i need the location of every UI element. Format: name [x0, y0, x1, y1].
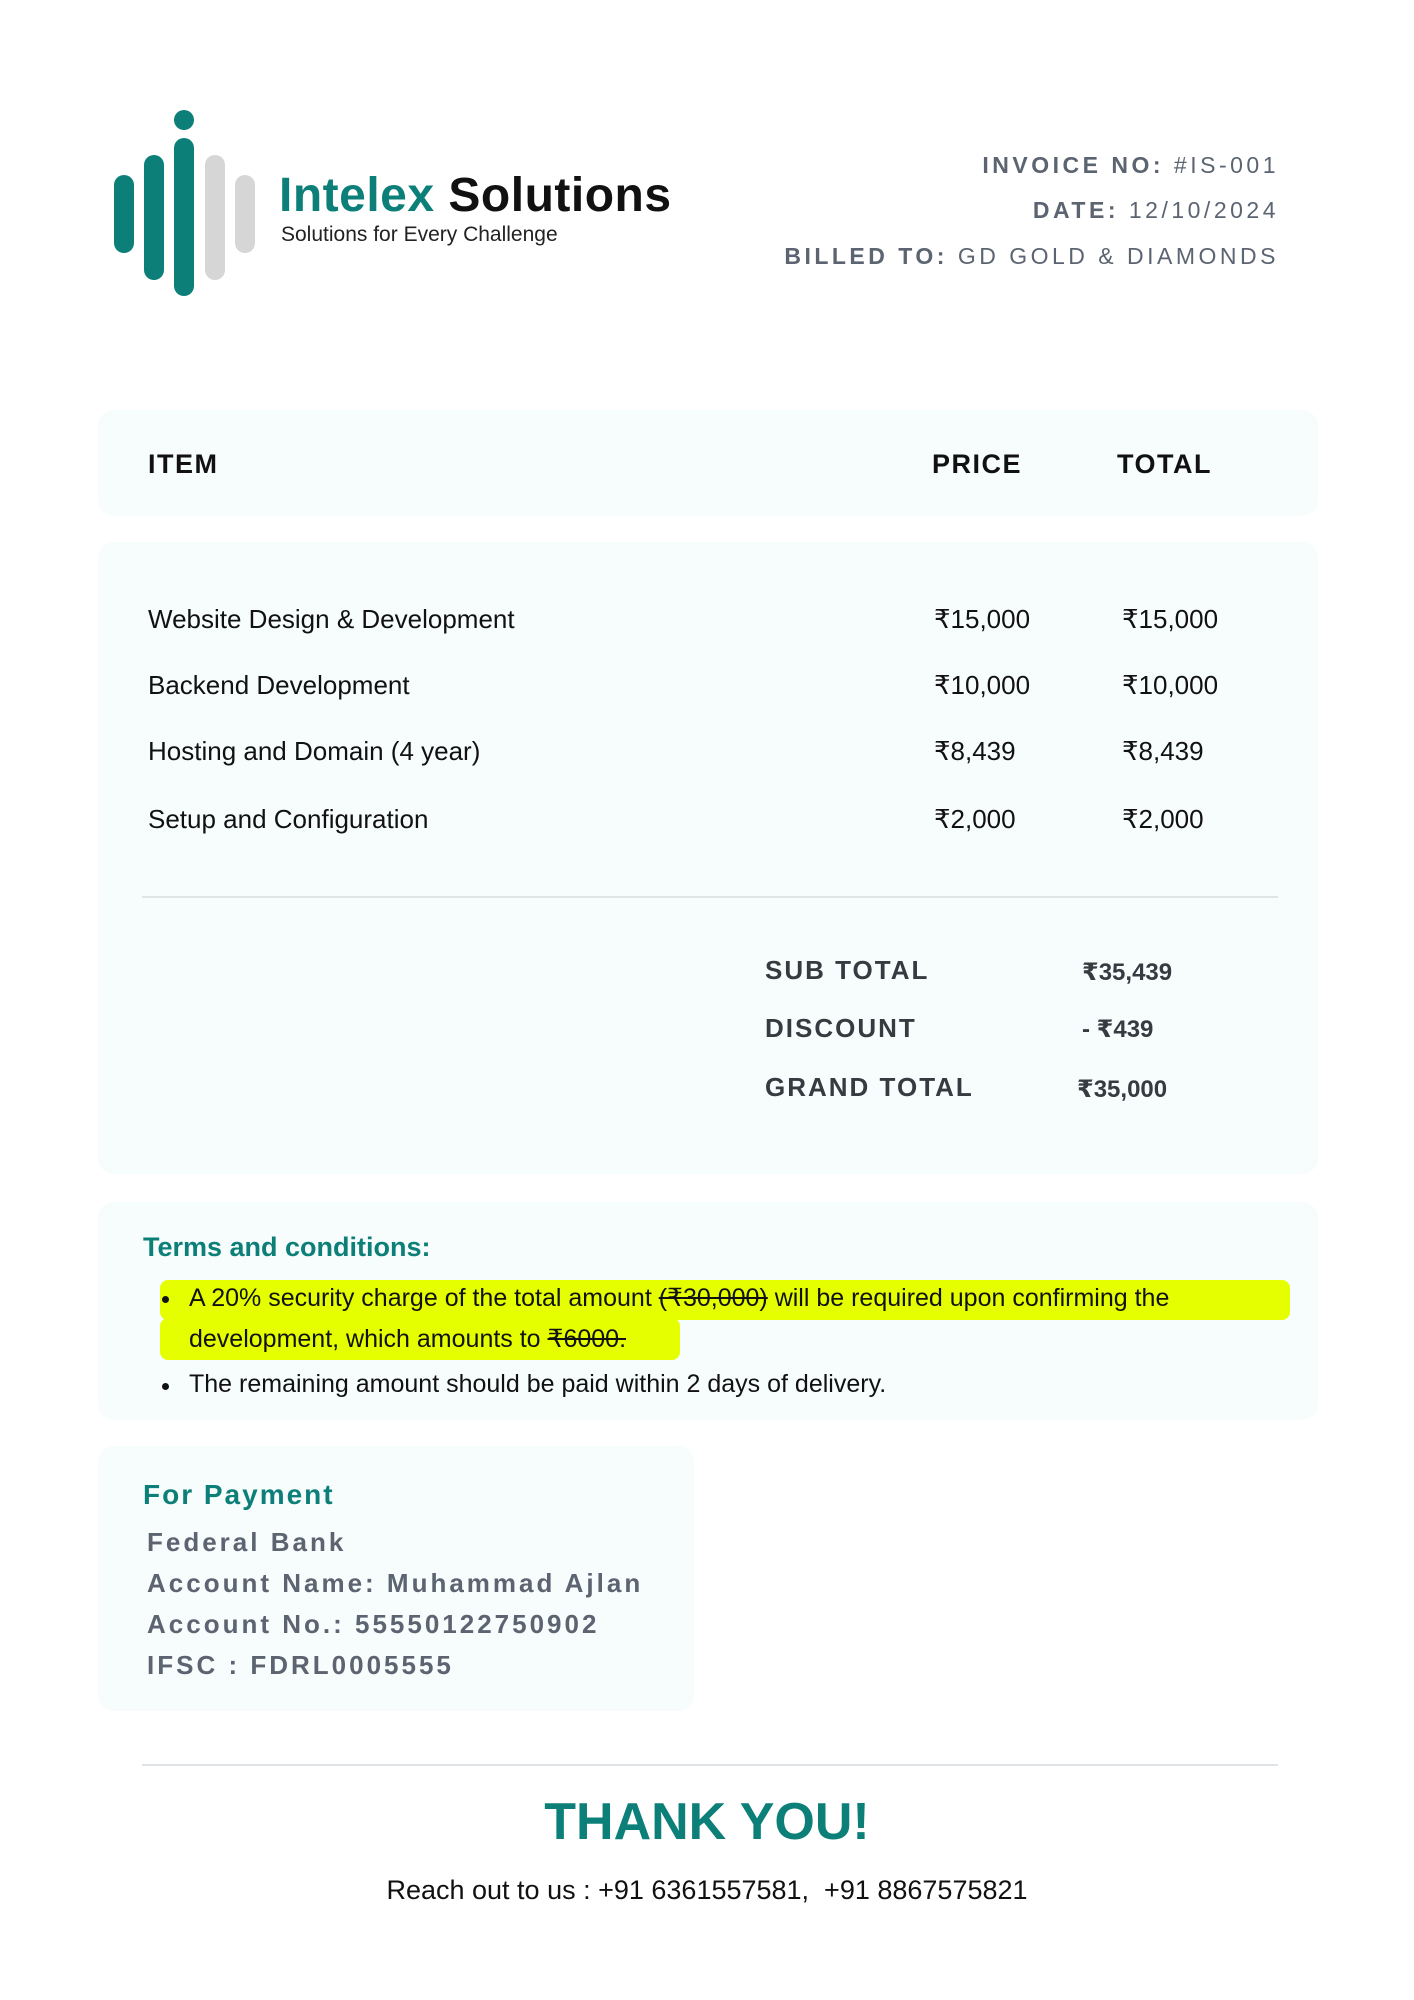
invoice-number: INVOICE NO: #IS-001: [982, 152, 1279, 179]
row-price: ₹2,000: [934, 804, 1016, 834]
terms-line-2: development, which amounts to ₹6000.: [189, 1324, 626, 1354]
terms-line-1: A 20% security charge of the total amoun…: [189, 1283, 1169, 1313]
company-name: Intelex Solutions: [279, 168, 672, 223]
footer-divider: [142, 1764, 1278, 1766]
terms-line-1-a: A 20% security charge of the total amoun…: [189, 1284, 659, 1312]
terms-line-1-b: will be required upon confirming the: [767, 1284, 1170, 1312]
header-total: TOTAL: [1117, 449, 1212, 479]
row-price: ₹10,000: [934, 670, 1031, 700]
payment-title: For Payment: [143, 1479, 335, 1510]
company-name-part1: Intelex: [279, 169, 435, 222]
bullet-icon: [162, 1296, 169, 1303]
row-total: ₹8,439: [1122, 736, 1204, 766]
account-number: Account No.: 55550122750902: [147, 1609, 600, 1639]
row-item: Setup and Configuration: [148, 804, 429, 834]
company-name-part2: Solutions: [434, 169, 672, 222]
header-item: ITEM: [148, 449, 219, 479]
subtotal-label: SUB TOTAL: [765, 955, 930, 985]
bank-name: Federal Bank: [147, 1527, 347, 1557]
subtotal-value: ₹35,439: [1082, 959, 1173, 986]
header-price: PRICE: [932, 449, 1023, 479]
company-tagline: Solutions for Every Challenge: [281, 223, 558, 246]
billed-to: BILLED TO: GD GOLD & DIAMONDS: [784, 243, 1279, 270]
terms-title: Terms and conditions:: [143, 1232, 431, 1262]
terms-line-2-strike: ₹6000.: [547, 1325, 627, 1353]
row-price: ₹8,439: [934, 736, 1016, 766]
row-total: ₹2,000: [1122, 804, 1204, 834]
invoice-number-label: INVOICE NO:: [982, 152, 1165, 178]
ifsc-code: IFSC : FDRL0005555: [147, 1650, 454, 1680]
invoice-date: DATE: 12/10/2024: [1033, 197, 1279, 224]
row-item: Website Design & Development: [148, 604, 515, 634]
thank-you-heading: THANK YOU!: [544, 1793, 870, 1851]
discount-label: DISCOUNT: [765, 1013, 917, 1043]
terms-line-2-a: development, which amounts to: [189, 1325, 548, 1353]
billed-to-label: BILLED TO:: [784, 243, 948, 269]
row-price: ₹15,000: [934, 604, 1031, 634]
account-name: Account Name: Muhammad Ajlan: [147, 1568, 644, 1598]
invoice-date-label: DATE:: [1032, 197, 1119, 223]
grand-total-label: GRAND TOTAL: [765, 1072, 974, 1102]
invoice-date-value: 12/10/2024: [1118, 197, 1279, 223]
row-total: ₹15,000: [1122, 604, 1219, 634]
grand-total-value: ₹35,000: [1077, 1076, 1168, 1103]
bullet-icon: [162, 1383, 169, 1390]
contact-line: Reach out to us : +91 6361557581, +91 88…: [386, 1875, 1028, 1905]
row-item: Backend Development: [148, 670, 410, 700]
table-divider: [142, 896, 1278, 898]
row-item: Hosting and Domain (4 year): [148, 736, 481, 766]
billed-to-value: GD GOLD & DIAMONDS: [947, 243, 1279, 269]
invoice-number-value: #IS-001: [1164, 152, 1279, 178]
discount-value: - ₹439: [1082, 1016, 1154, 1043]
row-total: ₹10,000: [1122, 670, 1219, 700]
terms-line-1-strike: (₹30,000): [658, 1284, 768, 1312]
terms-line-3: The remaining amount should be paid with…: [189, 1370, 887, 1398]
